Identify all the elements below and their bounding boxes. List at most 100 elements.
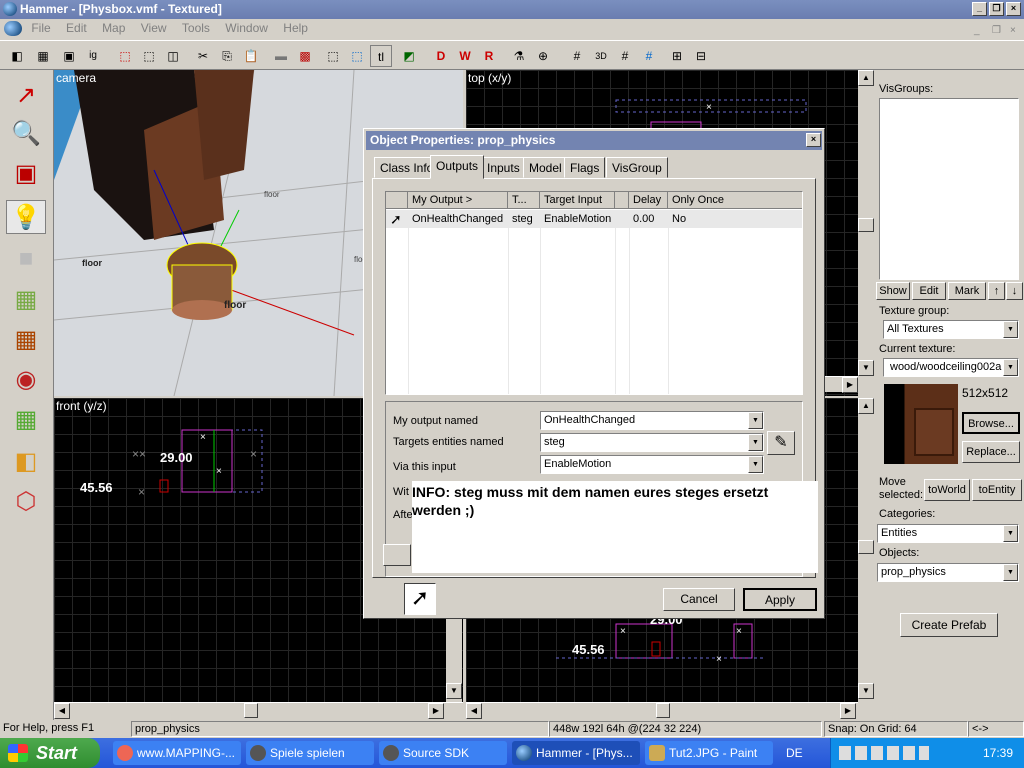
task-source-sdk[interactable]: Source SDK [379, 741, 507, 765]
vertex-tool-icon[interactable]: ⬡ [6, 484, 46, 518]
close-button[interactable]: × [1006, 2, 1021, 16]
clipping-tool-icon[interactable]: ◧ [6, 444, 46, 478]
cut-icon[interactable]: ✂ [192, 45, 214, 67]
via-input-select[interactable]: EnableMotion ▼ [540, 455, 764, 474]
output-named-select[interactable]: OnHealthChanged ▼ [540, 411, 764, 430]
grid-3d-icon[interactable]: 3D [590, 45, 612, 67]
menu-help[interactable]: Help [277, 19, 314, 38]
chevron-down-icon[interactable]: ▼ [748, 434, 763, 451]
targets-entities-select[interactable]: steg ▼ [540, 433, 764, 452]
current-texture-select[interactable]: wood/woodceiling002a ▼ [883, 358, 1019, 377]
column-header-target[interactable]: T... [508, 192, 540, 209]
selection-box-icon[interactable]: ⬚ [322, 45, 344, 67]
apply-button[interactable]: Apply [743, 588, 817, 611]
task-steam-games[interactable]: Spiele spielen [246, 741, 374, 765]
scroll-down-icon[interactable]: ▼ [858, 360, 874, 376]
chevron-down-icon[interactable]: ▼ [748, 456, 763, 473]
menu-window[interactable]: Window [219, 19, 274, 38]
magnify-tool-icon[interactable]: 🔍 [6, 116, 46, 150]
task-hammer[interactable]: Hammer - [Phys... [512, 741, 640, 765]
top-vscrollbar[interactable]: ▲ ▼ [858, 70, 874, 380]
apply-texture-icon[interactable]: ▦ [6, 322, 46, 356]
scroll-down-icon[interactable]: ▼ [858, 683, 874, 699]
texture-preview[interactable] [884, 384, 958, 464]
language-indicator[interactable]: DE [786, 746, 803, 760]
column-header-once[interactable]: Only Once [668, 192, 802, 209]
texture-lock-icon[interactable]: ▬ [270, 45, 292, 67]
task-firefox[interactable]: www.MAPPING-... [113, 741, 241, 765]
carve-icon[interactable]: ⬚ [114, 45, 136, 67]
scroll-left-icon[interactable]: ◀ [54, 703, 70, 719]
visgroup-show-button[interactable]: Show [876, 282, 910, 300]
replace-button[interactable]: Replace... [962, 441, 1020, 463]
entity-tool-icon[interactable]: 💡 [6, 200, 46, 234]
side-vscrollbar[interactable]: ▲ ▼ [858, 398, 874, 703]
toolbar-icon-1[interactable]: ◧ [6, 45, 28, 67]
hide-unselected-icon[interactable]: R [478, 45, 500, 67]
cancel-button[interactable]: Cancel [663, 588, 735, 611]
align-right-icon[interactable]: ⊟ [690, 45, 712, 67]
toolbar-icon-3[interactable]: ▣ [58, 45, 80, 67]
selection-tool-icon[interactable]: ↗ [6, 78, 46, 112]
grid-big-icon[interactable]: # [638, 45, 660, 67]
scroll-thumb[interactable] [858, 218, 874, 232]
scroll-thumb[interactable] [858, 540, 874, 554]
browse-button[interactable]: Browse... [962, 412, 1020, 434]
texture-app-icon[interactable]: ▩ [294, 45, 316, 67]
to-entity-button[interactable]: toEntity [972, 479, 1022, 501]
overlay-tool-icon[interactable]: ▦ [6, 402, 46, 436]
visgroups-list[interactable] [879, 98, 1019, 280]
column-header-output[interactable]: My Output > [408, 192, 508, 209]
outputs-list[interactable]: My Output > T... Target Input Delay Only… [385, 191, 803, 395]
scroll-up-icon[interactable]: ▲ [858, 398, 874, 414]
menu-view[interactable]: View [135, 19, 173, 38]
show-object-icon[interactable]: W [454, 45, 476, 67]
task-paint[interactable]: Tut2.JPG - Paint [645, 741, 773, 765]
column-header-delay[interactable]: Delay [629, 192, 668, 209]
scroll-left-icon[interactable]: ◀ [466, 703, 482, 719]
hide-object-icon[interactable]: D [430, 45, 452, 67]
toolbar-icon-2[interactable]: ▦ [32, 45, 54, 67]
block-tool-icon[interactable]: ■ [6, 242, 46, 276]
decal-tool-icon[interactable]: ◉ [6, 362, 46, 396]
categories-select[interactable]: Entities ▼ [877, 524, 1019, 543]
menu-file[interactable]: File [25, 19, 56, 38]
column-header-input[interactable]: Target Input [540, 192, 615, 209]
tray-icons[interactable] [839, 746, 929, 760]
tab-outputs[interactable]: Outputs [430, 155, 485, 179]
texture-group-select[interactable]: All Textures ▼ [883, 320, 1019, 339]
camera-tool-icon[interactable]: ▣ [6, 156, 46, 190]
paste-icon[interactable]: 📋 [240, 45, 262, 67]
mdi-close-icon[interactable]: × [1010, 21, 1016, 40]
maximize-button[interactable]: ❐ [989, 2, 1004, 16]
scroll-thumb[interactable] [244, 703, 258, 718]
objects-select[interactable]: prop_physics ▼ [877, 563, 1019, 582]
align-left-icon[interactable]: ⊞ [666, 45, 688, 67]
grid-small-icon[interactable]: # [614, 45, 636, 67]
side-hscrollbar[interactable]: ◀ ▶ [466, 702, 858, 719]
tab-inputs[interactable]: Inputs [481, 157, 526, 178]
menu-tools[interactable]: Tools [176, 19, 216, 38]
scroll-right-icon[interactable]: ▶ [842, 377, 858, 393]
dialog-close-icon[interactable]: × [806, 133, 821, 147]
column-header-parameter[interactable] [615, 192, 629, 209]
grid-icon[interactable]: # [566, 45, 588, 67]
minimize-button[interactable]: _ [972, 2, 987, 16]
clip-icon[interactable]: ◩ [398, 45, 420, 67]
group-icon[interactable]: ⬚ [138, 45, 160, 67]
selection-icon[interactable]: ⬚ [346, 45, 368, 67]
scroll-up-icon[interactable]: ▲ [858, 70, 874, 86]
compile-icon[interactable]: ⚗ [508, 45, 530, 67]
menu-edit[interactable]: Edit [60, 19, 93, 38]
move-down-icon[interactable]: ↓ [1006, 282, 1023, 300]
tab-flags[interactable]: Flags [564, 157, 606, 178]
copy-icon[interactable]: ⎘ [216, 45, 238, 67]
mdi-restore-icon[interactable]: ❐ [992, 21, 1001, 40]
mdi-minimize-icon[interactable]: _ [974, 21, 980, 40]
chevron-down-icon[interactable]: ▼ [748, 412, 763, 429]
create-prefab-button[interactable]: Create Prefab [900, 613, 998, 637]
chevron-down-icon[interactable]: ▼ [1003, 359, 1018, 376]
chevron-down-icon[interactable]: ▼ [1003, 564, 1018, 581]
texture-tool-icon[interactable]: ▦ [6, 282, 46, 316]
tab-visgroup[interactable]: VisGroup [606, 157, 668, 178]
